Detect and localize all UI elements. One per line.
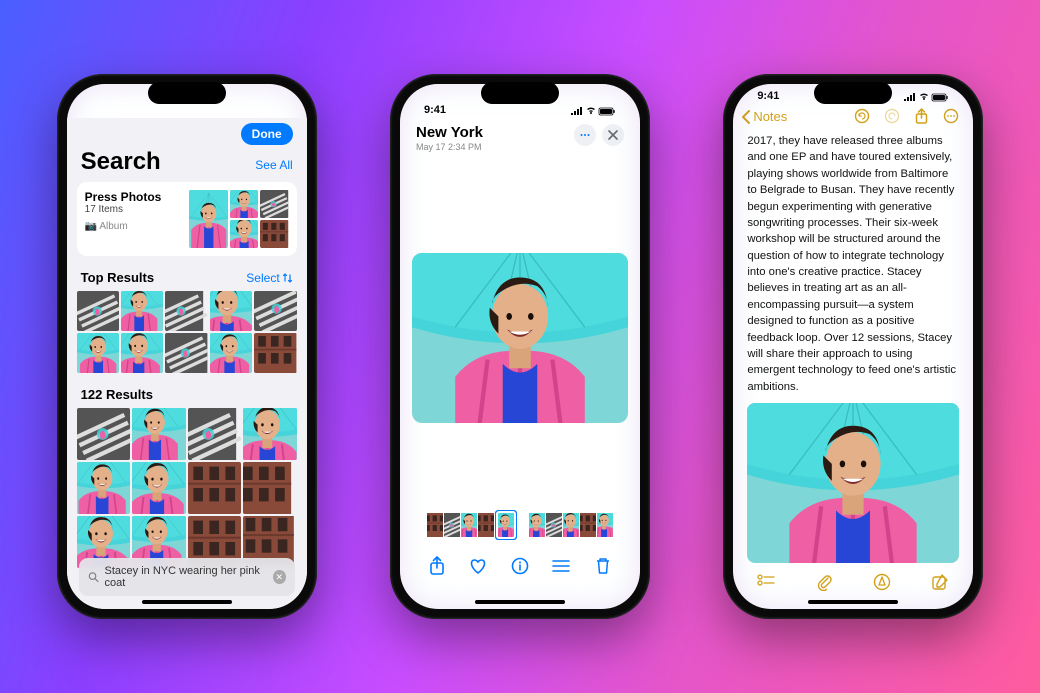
share-button[interactable] bbox=[422, 551, 452, 581]
top-results-label: Top Results bbox=[81, 270, 154, 285]
filmstrip-thumb[interactable] bbox=[444, 513, 460, 537]
photo-thumb[interactable] bbox=[121, 333, 163, 373]
paperclip-icon bbox=[816, 573, 832, 591]
photo-thumb[interactable] bbox=[132, 462, 186, 514]
dynamic-island bbox=[148, 82, 226, 104]
dynamic-island bbox=[814, 82, 892, 104]
filmstrip-thumb[interactable] bbox=[563, 513, 579, 537]
filmstrip-thumb[interactable] bbox=[597, 513, 613, 537]
close-button[interactable] bbox=[602, 124, 624, 146]
draw-button[interactable] bbox=[871, 571, 893, 593]
heart-icon bbox=[468, 557, 488, 575]
see-all-link[interactable]: See All bbox=[255, 158, 292, 172]
photo-thumb[interactable] bbox=[132, 408, 186, 460]
share-icon[interactable] bbox=[914, 108, 929, 125]
note-text: 2017, they have released three albums an… bbox=[747, 135, 956, 393]
photo-thumb[interactable] bbox=[165, 291, 207, 331]
redo-icon[interactable] bbox=[884, 108, 900, 124]
checklist-icon bbox=[757, 574, 775, 590]
photo-thumb[interactable] bbox=[254, 291, 296, 331]
photo-thumb[interactable] bbox=[77, 291, 119, 331]
sliders-icon bbox=[552, 559, 570, 573]
results-count: 122 Results bbox=[77, 381, 297, 408]
chevron-left-icon bbox=[741, 110, 751, 124]
photo-toolbar bbox=[412, 545, 628, 597]
share-icon bbox=[428, 556, 446, 576]
filmstrip-thumb[interactable] bbox=[580, 513, 596, 537]
sort-icon bbox=[283, 273, 293, 283]
all-results-grid bbox=[77, 408, 297, 568]
photo-thumb[interactable] bbox=[210, 291, 252, 331]
more-icon[interactable] bbox=[943, 108, 959, 124]
status-time: 9:41 bbox=[757, 90, 779, 102]
photo-location: New York bbox=[416, 124, 483, 141]
trash-icon bbox=[595, 557, 611, 575]
top-results-grid bbox=[77, 291, 297, 373]
home-indicator[interactable] bbox=[475, 600, 565, 604]
note-image[interactable] bbox=[747, 403, 959, 563]
back-button[interactable]: Notes bbox=[741, 109, 787, 124]
search-title: Search bbox=[81, 148, 161, 176]
note-body[interactable]: 2017, they have released three albums an… bbox=[733, 129, 973, 563]
search-input[interactable]: Stacey in NYC wearing her pink coat ✕ bbox=[79, 558, 295, 596]
home-indicator[interactable] bbox=[142, 600, 232, 604]
status-time: 9:41 bbox=[424, 104, 446, 116]
filmstrip[interactable] bbox=[412, 509, 628, 545]
status-indicators bbox=[904, 93, 949, 102]
filmstrip-thumb-selected[interactable] bbox=[498, 513, 514, 537]
album-type: 📷 Album bbox=[85, 221, 181, 232]
compose-button[interactable] bbox=[929, 571, 951, 593]
select-link[interactable]: Select bbox=[246, 271, 292, 285]
close-icon bbox=[608, 130, 618, 140]
adjust-button[interactable] bbox=[546, 551, 576, 581]
photo-thumb[interactable] bbox=[121, 291, 163, 331]
phone-photo-detail: 9:41 New York May 17 2:34 PM bbox=[390, 74, 650, 619]
photo-thumb[interactable] bbox=[188, 462, 242, 514]
favorite-button[interactable] bbox=[463, 551, 493, 581]
album-result-card[interactable]: Press Photos 17 Items 📷 Album bbox=[77, 182, 297, 256]
photo-main[interactable] bbox=[412, 253, 628, 423]
compose-icon bbox=[931, 573, 949, 591]
filmstrip-thumb[interactable] bbox=[478, 513, 494, 537]
dynamic-island bbox=[481, 82, 559, 104]
pencil-tip-icon bbox=[873, 573, 891, 591]
filmstrip-thumb[interactable] bbox=[529, 513, 545, 537]
delete-button[interactable] bbox=[588, 551, 618, 581]
photo-thumb[interactable] bbox=[243, 462, 297, 514]
photo-thumb[interactable] bbox=[77, 408, 131, 460]
status-indicators bbox=[571, 107, 616, 116]
photo-timestamp: May 17 2:34 PM bbox=[416, 142, 483, 152]
filmstrip-thumb[interactable] bbox=[461, 513, 477, 537]
album-count: 17 Items bbox=[85, 204, 181, 215]
attach-button[interactable] bbox=[813, 571, 835, 593]
clear-search-icon[interactable]: ✕ bbox=[273, 570, 286, 584]
photo-thumb[interactable] bbox=[254, 333, 296, 373]
photo-thumb[interactable] bbox=[188, 408, 242, 460]
home-indicator[interactable] bbox=[808, 600, 898, 604]
album-thumbnails bbox=[189, 190, 289, 248]
info-icon bbox=[511, 557, 529, 575]
phone-photos-search: 9:41 Done Search See All Press Photos 17… bbox=[57, 74, 317, 619]
photo-thumb[interactable] bbox=[77, 333, 119, 373]
more-button[interactable] bbox=[574, 124, 596, 146]
album-name: Press Photos bbox=[85, 190, 181, 204]
filmstrip-thumb[interactable] bbox=[427, 513, 443, 537]
checklist-button[interactable] bbox=[755, 571, 777, 593]
done-button[interactable]: Done bbox=[241, 123, 293, 145]
filmstrip-thumb[interactable] bbox=[546, 513, 562, 537]
info-button[interactable] bbox=[505, 551, 535, 581]
photo-thumb[interactable] bbox=[243, 408, 297, 460]
photo-thumb[interactable] bbox=[77, 462, 131, 514]
photo-thumb[interactable] bbox=[210, 333, 252, 373]
search-icon bbox=[88, 571, 99, 583]
ellipsis-icon bbox=[579, 129, 591, 141]
phone-notes: 9:41 Notes 2017, they have released thre… bbox=[723, 74, 983, 619]
undo-icon[interactable] bbox=[854, 108, 870, 124]
search-query-text: Stacey in NYC wearing her pink coat bbox=[105, 565, 267, 589]
photo-thumb[interactable] bbox=[165, 333, 207, 373]
